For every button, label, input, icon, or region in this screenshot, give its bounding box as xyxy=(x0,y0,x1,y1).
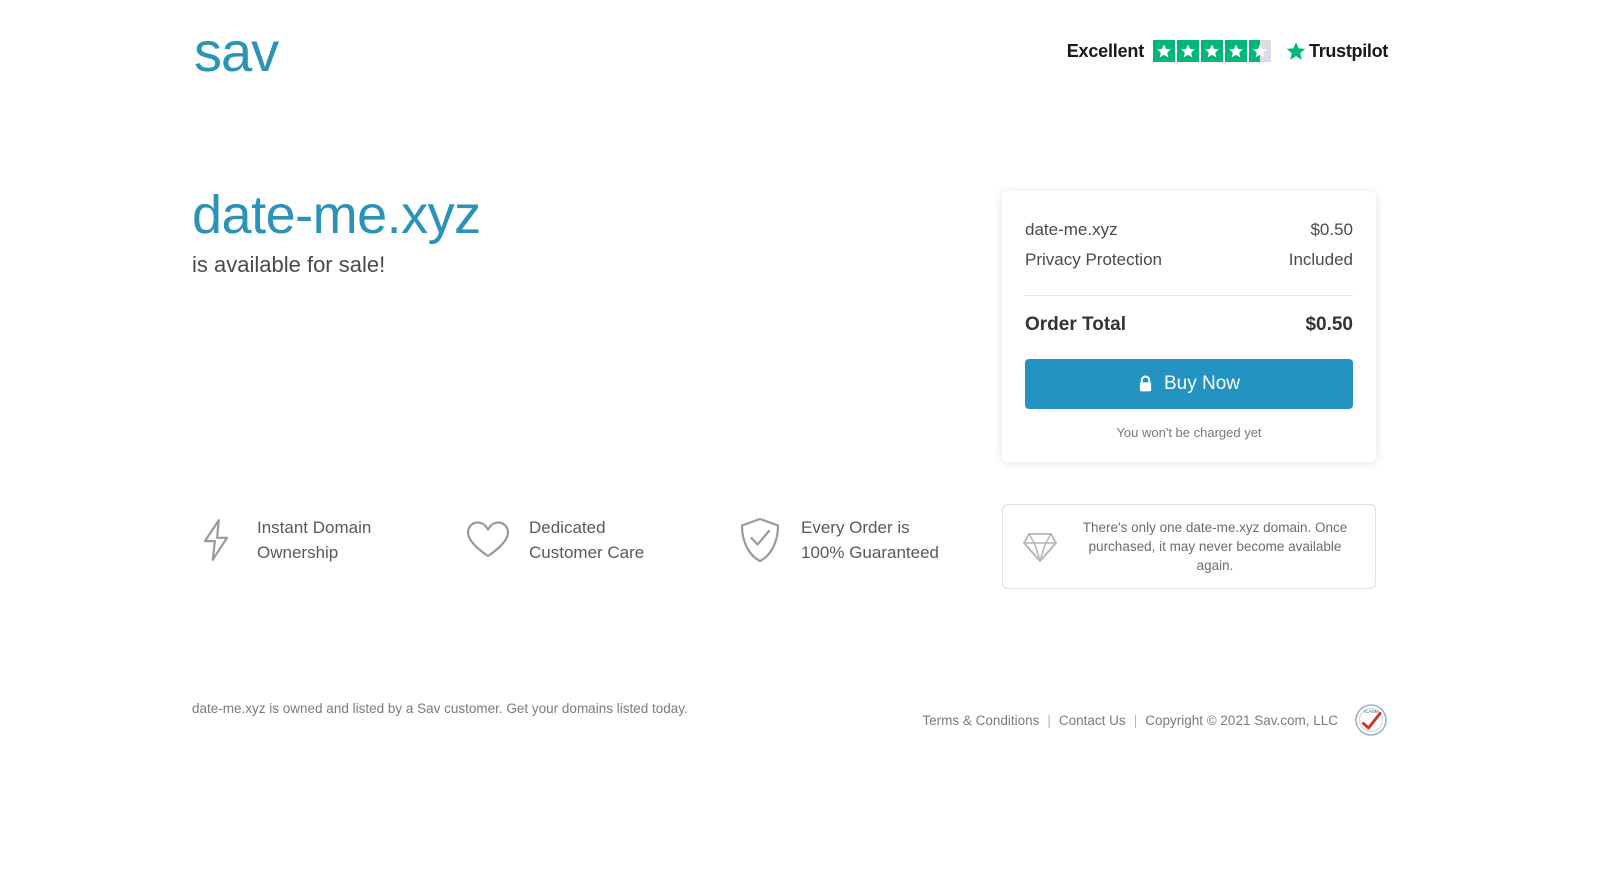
scarcity-notice: There's only one date-me.xyz domain. Onc… xyxy=(1002,504,1376,589)
lock-icon xyxy=(1138,375,1153,393)
features-row: Instant Domain Ownership Dedicated Custo… xyxy=(192,515,962,565)
order-total-label: Order Total xyxy=(1025,314,1126,335)
feature-label-line1: Dedicated xyxy=(529,518,606,537)
footer-link-terms[interactable]: Terms & Conditions xyxy=(922,713,1039,728)
trustpilot-rating[interactable]: Excellent Trustpilot xyxy=(1067,40,1388,62)
lightning-bolt-icon xyxy=(192,516,240,564)
heart-icon xyxy=(464,516,512,564)
order-line-item-domain: date-me.xyz $0.50 xyxy=(1025,215,1353,245)
footer-separator: | xyxy=(1133,712,1138,728)
trustpilot-rating-word: Excellent xyxy=(1066,40,1144,61)
order-total-value: $0.50 xyxy=(1305,314,1353,335)
star-icon-1 xyxy=(1153,40,1175,62)
site-header: sav Excellent Trustpilot xyxy=(0,0,1600,110)
charge-note: You won't be charged yet xyxy=(1116,425,1262,440)
feature-100-percent-guaranteed: Every Order is 100% Guaranteed xyxy=(736,515,939,565)
order-line-item-label: date-me.xyz xyxy=(1025,220,1118,239)
order-line-item-label: Privacy Protection xyxy=(1025,250,1162,269)
page-root: sav Excellent Trustpilot date-me.xyz is … xyxy=(0,0,1600,895)
footer-links: Terms & Conditions | Contact Us | Copyri… xyxy=(922,703,1388,737)
scarcity-notice-text: There's only one date-me.xyz domain. Onc… xyxy=(1082,520,1348,573)
star-icon-3 xyxy=(1201,40,1223,62)
hero-section: date-me.xyz is available for sale! xyxy=(192,185,892,279)
shield-check-icon xyxy=(736,516,784,564)
page-title: date-me.xyz xyxy=(192,185,481,245)
buy-now-button-label: Buy Now xyxy=(1163,373,1241,394)
order-line-item-value: Included xyxy=(1288,250,1353,269)
buy-now-button[interactable]: Buy Now xyxy=(1025,359,1353,409)
feature-label-line1: Every Order is xyxy=(801,518,910,537)
trustpilot-brand-name: Trustpilot xyxy=(1309,40,1388,61)
order-total-row: Order Total $0.50 xyxy=(1025,314,1353,336)
star-icon-5-half xyxy=(1249,40,1271,62)
star-icon-4 xyxy=(1225,40,1247,62)
feature-label-line2: 100% Guaranteed xyxy=(801,543,939,562)
trustpilot-logo: Trustpilot xyxy=(1286,41,1388,62)
feature-label: Dedicated Customer Care xyxy=(529,515,644,565)
order-summary-card: date-me.xyz $0.50 Privacy Protection Inc… xyxy=(1002,191,1376,462)
diamond-icon xyxy=(1021,528,1059,566)
order-line-item-privacy: Privacy Protection Included xyxy=(1025,245,1353,275)
order-line-item-value: $0.50 xyxy=(1310,220,1353,239)
feature-label: Instant Domain Ownership xyxy=(257,515,371,565)
hero-subtitle: is available for sale! xyxy=(192,252,386,277)
feature-label-line1: Instant Domain xyxy=(257,518,372,537)
footer-separator: | xyxy=(1047,712,1051,728)
sav-logo[interactable]: sav xyxy=(194,24,279,80)
icann-accredited-badge-icon[interactable]: ICANN xyxy=(1354,703,1388,737)
feature-label-line2: Ownership xyxy=(257,543,339,562)
footer-attribution-text: date-me.xyz is owned and listed by a Sav… xyxy=(192,701,688,716)
site-footer: date-me.xyz is owned and listed by a Sav… xyxy=(0,693,1600,753)
trustpilot-stars xyxy=(1153,40,1271,62)
feature-label-line2: Customer Care xyxy=(529,543,645,562)
footer-link-contact-us[interactable]: Contact Us xyxy=(1059,713,1126,728)
feature-instant-domain-ownership: Instant Domain Ownership xyxy=(192,515,464,565)
trustpilot-star-icon xyxy=(1286,42,1306,60)
feature-dedicated-customer-care: Dedicated Customer Care xyxy=(464,515,736,565)
order-divider xyxy=(1025,295,1353,296)
svg-text:ICANN: ICANN xyxy=(1364,709,1378,714)
star-icon-2 xyxy=(1177,40,1199,62)
footer-copyright: Copyright © 2021 Sav.com, LLC xyxy=(1145,712,1338,728)
feature-label: Every Order is 100% Guaranteed xyxy=(801,515,939,565)
